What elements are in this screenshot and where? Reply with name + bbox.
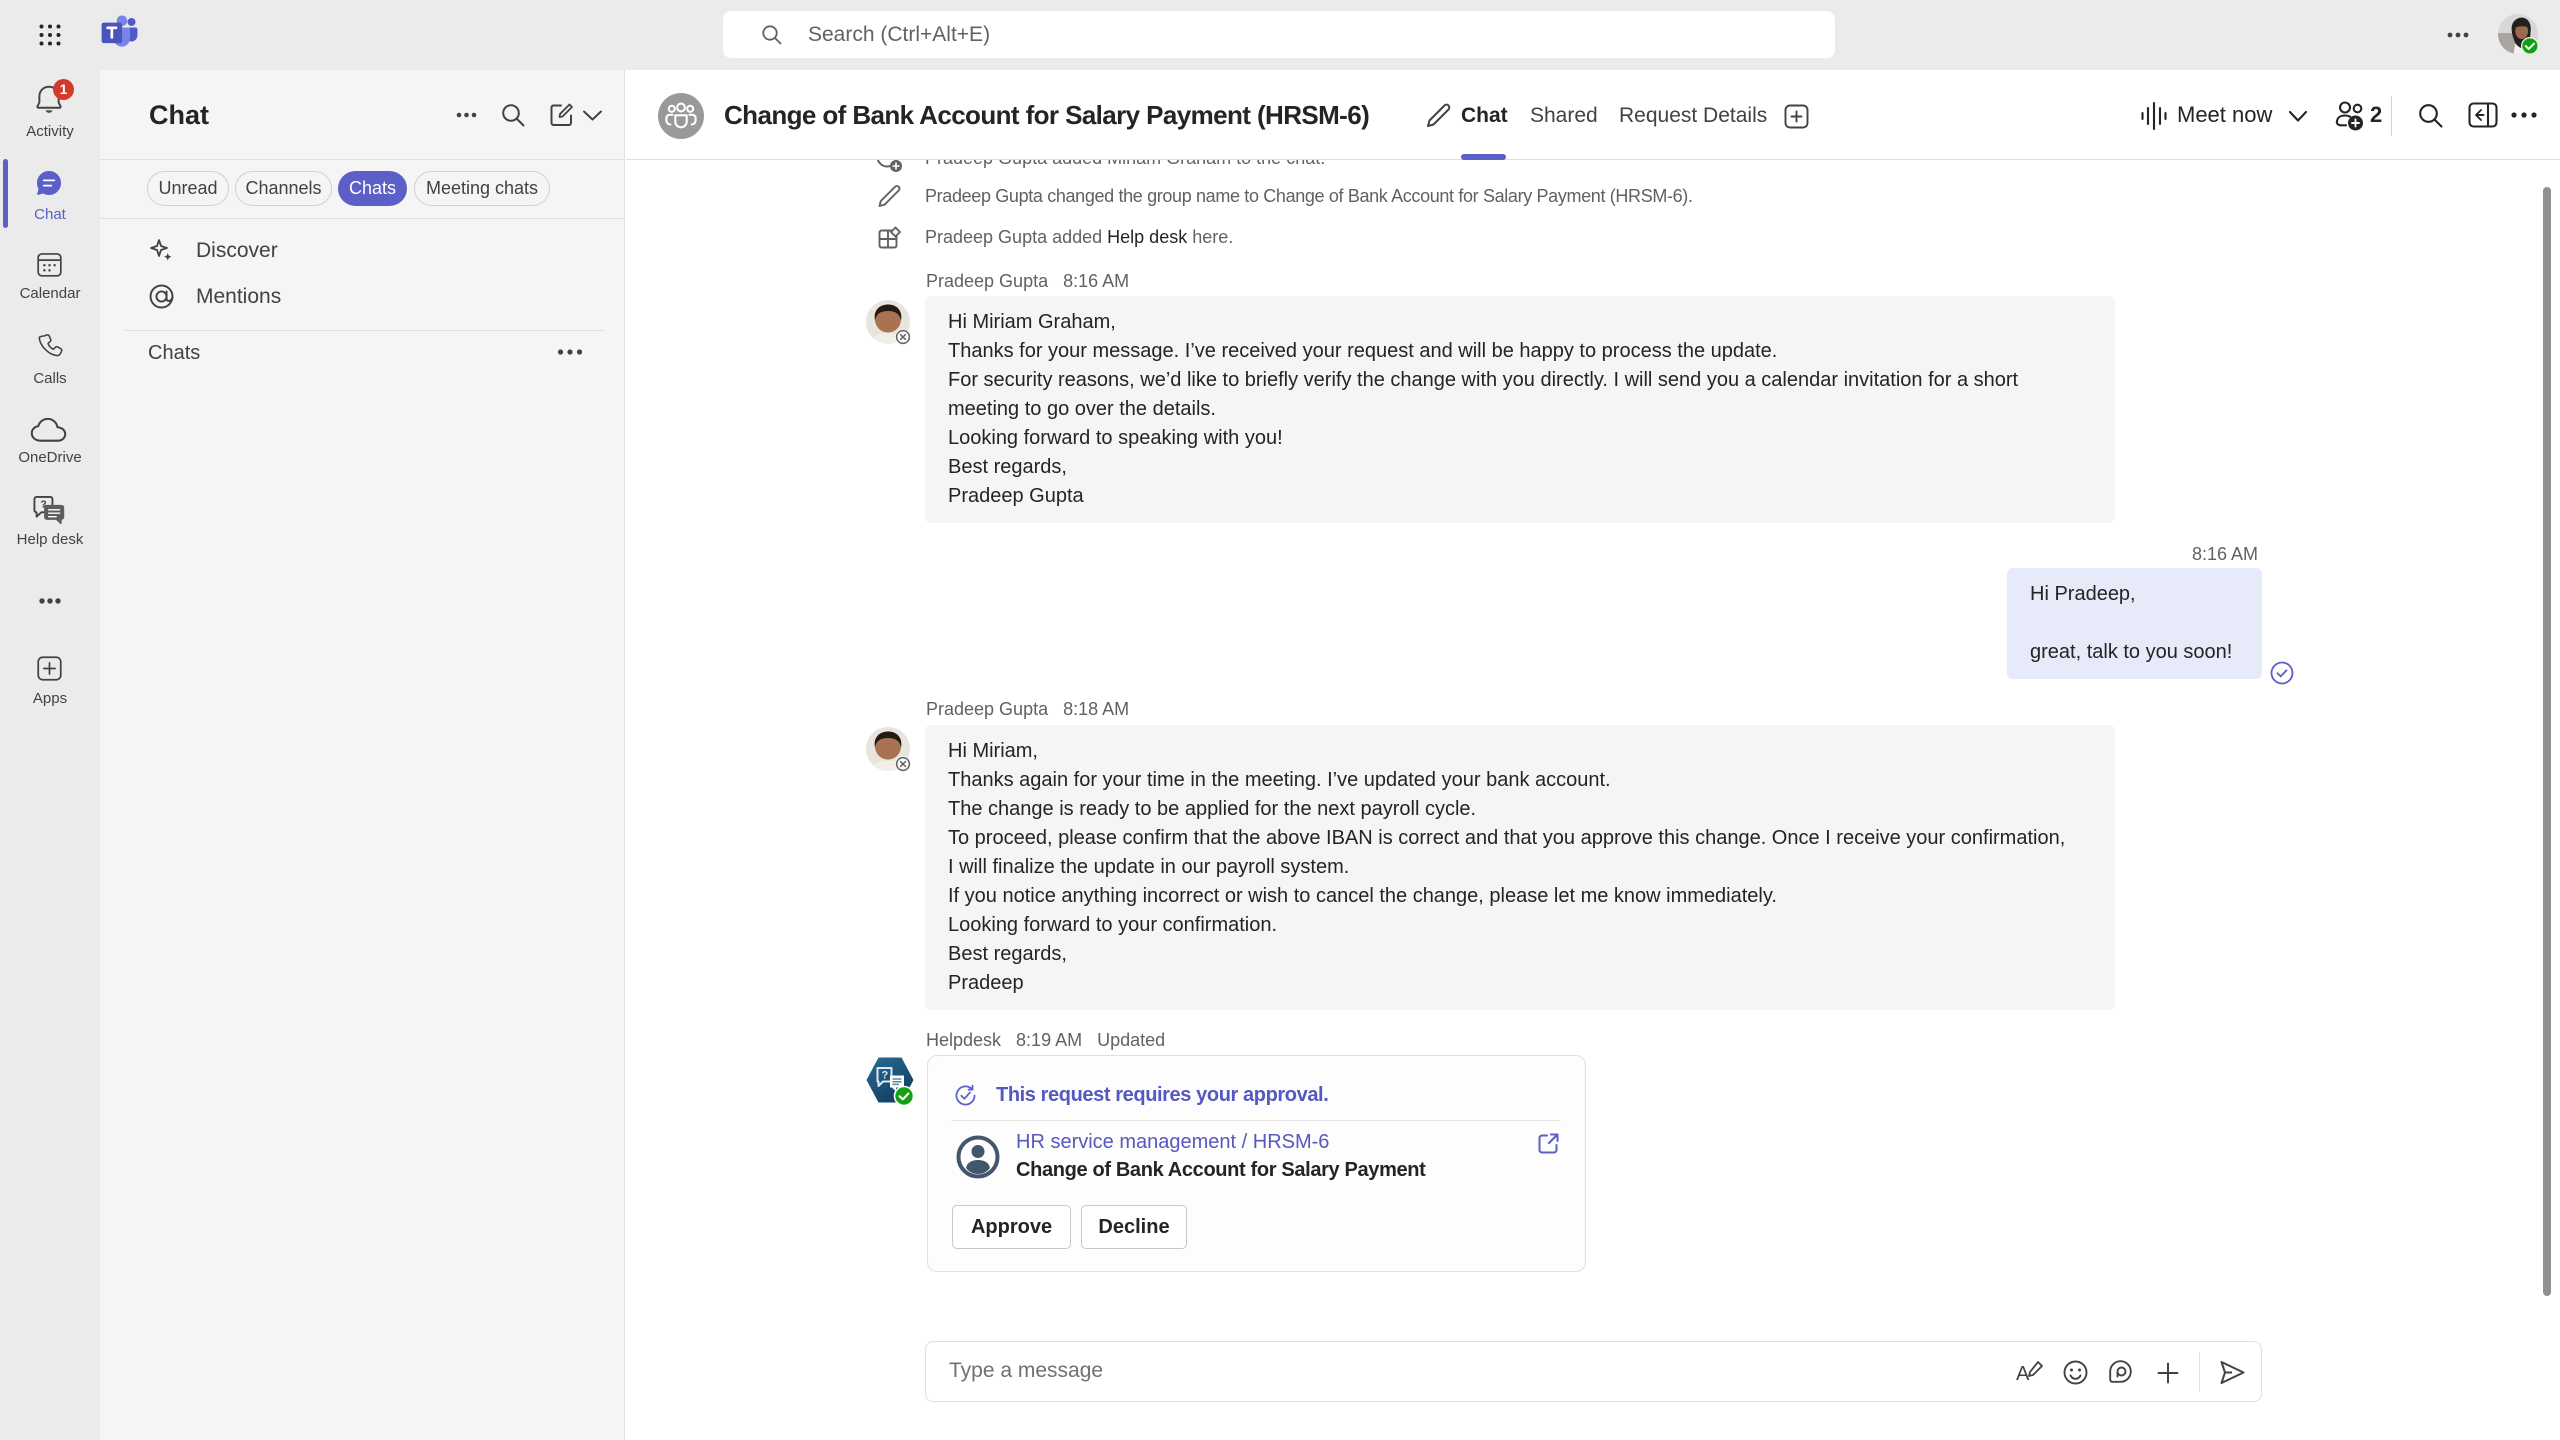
svg-text:?: ?	[882, 1070, 889, 1082]
svg-text:A: A	[2016, 1363, 2030, 1385]
